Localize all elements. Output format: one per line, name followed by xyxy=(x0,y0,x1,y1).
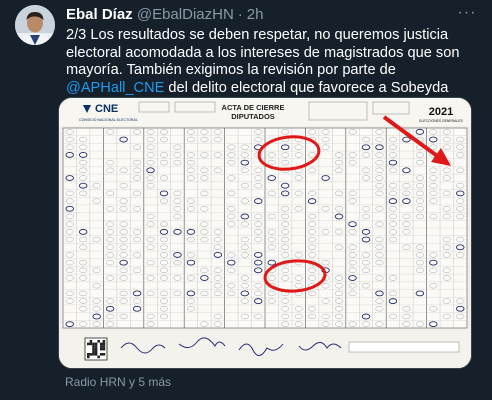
separator-dot: · xyxy=(237,6,243,23)
tweet-media-image[interactable]: CNE CONSEJO NACIONAL ELECTORAL ACTA DE C… xyxy=(58,97,472,369)
mention-link[interactable]: @APHall_CNE xyxy=(66,80,164,96)
tweet-text-part-1: 2/3 Los resultados se deben respetar, no… xyxy=(66,27,460,78)
acta-photo: CNE CONSEJO NACIONAL ELECTORAL ACTA DE C… xyxy=(59,98,471,368)
cne-logo: CNE xyxy=(95,103,118,115)
acta-title: ACTA DE CIERRE xyxy=(222,103,285,112)
avatar-image xyxy=(15,5,55,45)
acta-subtitle: DIPUTADOS xyxy=(231,112,275,121)
media-credit[interactable]: Radio HRN y 5 más xyxy=(65,375,171,389)
author-avatar[interactable] xyxy=(15,5,55,45)
author-name[interactable]: Ebal Díaz xyxy=(66,6,133,23)
tally-grid xyxy=(62,127,468,329)
more-options-icon[interactable]: ··· xyxy=(456,5,478,24)
tweet-timestamp[interactable]: 2h xyxy=(247,6,264,23)
election-year: 2021 xyxy=(429,106,453,118)
tweet-header: Ebal Díaz @EbalDiazHN · 2h xyxy=(66,6,263,24)
tweet[interactable]: Ebal Díaz @EbalDiazHN · 2h ··· 2/3 Los res… xyxy=(0,0,492,400)
cne-subtitle: CONSEJO NACIONAL ELECTORAL xyxy=(79,118,138,122)
election-label: ELECCIONES GENERALES xyxy=(419,119,463,123)
author-handle[interactable]: @EbalDiazHN xyxy=(137,6,234,23)
